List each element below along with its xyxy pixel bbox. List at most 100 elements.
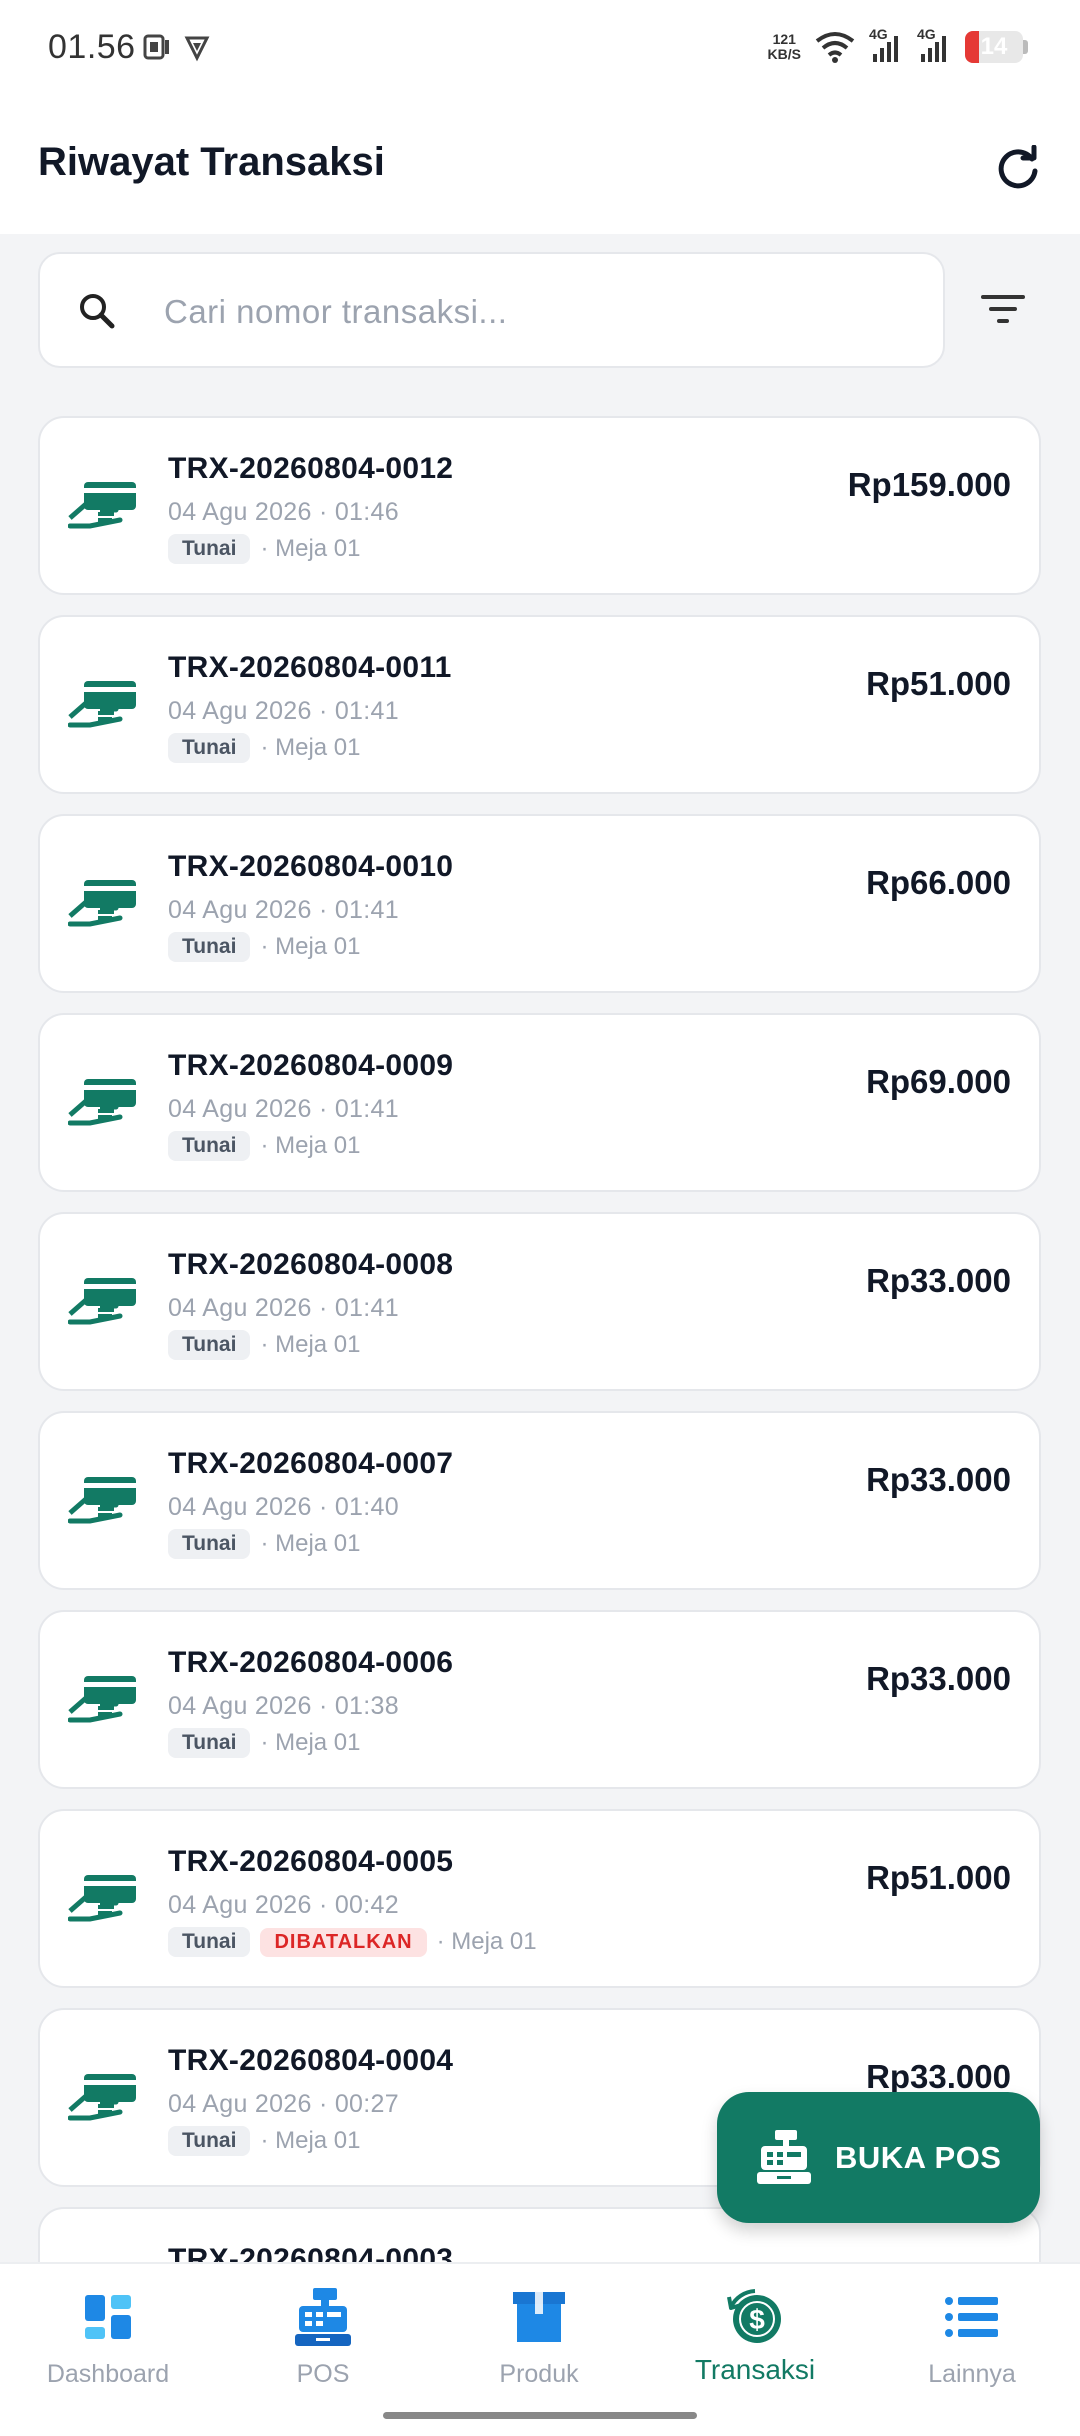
cash-payment-icon <box>68 1278 136 1325</box>
payment-method-badge: Tunai <box>168 1529 251 1559</box>
transaction-date: 04 Agu 2026 · 00:27 <box>168 2090 399 2118</box>
transaction-date: 04 Agu 2026 · 01:40 <box>168 1493 399 1521</box>
transaction-amount: Rp51.000 <box>866 1859 1011 1896</box>
table-label: · Meja 01 <box>260 1530 361 1557</box>
payment-method-badge: Tunai <box>168 932 251 962</box>
money-history-icon: $ <box>727 2289 781 2343</box>
table-label: · Meja 01 <box>260 2127 361 2154</box>
transaction-card[interactable]: TRX-20260804-0010 04 Agu 2026 · 01:41 Tu… <box>38 814 1041 993</box>
payment-method-badge: Tunai <box>168 1330 251 1360</box>
transaction-card[interactable]: TRX-20260804-0009 04 Agu 2026 · 01:41 Tu… <box>38 1013 1041 1192</box>
transaction-meta: Tunai · Meja 01 <box>168 733 361 763</box>
cell-signal-1: 4G <box>869 26 903 64</box>
payment-method-badge: Tunai <box>168 2126 251 2156</box>
cash-payment-icon <box>68 1676 136 1723</box>
page-title: Riwayat Transaksi <box>38 140 385 184</box>
transaction-date: 04 Agu 2026 · 01:41 <box>168 697 399 725</box>
filter-icon <box>981 295 1025 323</box>
vpn-shield-icon <box>184 36 210 62</box>
transaction-amount: Rp66.000 <box>866 864 1011 901</box>
transaction-date: 04 Agu 2026 · 01:46 <box>168 498 399 526</box>
transaction-date: 04 Agu 2026 · 01:38 <box>168 1692 399 1720</box>
payment-method-badge: Tunai <box>168 1728 251 1758</box>
transaction-id: TRX-20260804-0009 <box>168 1049 454 1082</box>
transaction-date: 04 Agu 2026 · 01:41 <box>168 1095 399 1123</box>
wifi-icon <box>815 32 855 63</box>
nav-pos[interactable]: POS <box>223 2284 423 2389</box>
transaction-meta: Tunai · Meja 01 <box>168 1131 361 1161</box>
nav-more[interactable]: Lainnya <box>872 2284 1072 2389</box>
payment-method-badge: Tunai <box>168 1927 251 1957</box>
table-label: · Meja 01 <box>260 535 361 562</box>
open-pos-label: BUKA POS <box>835 2139 1002 2175</box>
signal-icon <box>873 36 898 62</box>
status-time: 01.56 <box>48 28 136 66</box>
transaction-amount: Rp33.000 <box>866 1660 1011 1697</box>
transaction-id: TRX-20260804-0005 <box>168 1845 454 1878</box>
status-badge: DIBATALKAN <box>260 1927 427 1957</box>
transaction-date: 04 Agu 2026 · 00:42 <box>168 1891 399 1919</box>
transaction-card[interactable]: TRX-20260804-0008 04 Agu 2026 · 01:41 Tu… <box>38 1212 1041 1391</box>
transaction-meta: Tunai · Meja 01 <box>168 1728 361 1758</box>
transaction-amount: Rp33.000 <box>866 2058 1011 2095</box>
nav-transactions[interactable]: $ Transaksi <box>655 2284 855 2386</box>
transaction-id: TRX-20260804-0011 <box>168 651 452 684</box>
bottom-navigation: Dashboard POS Produk $ Transaksi Lainnya <box>0 2262 1080 2436</box>
transaction-card[interactable]: TRX-20260804-0011 04 Agu 2026 · 01:41 Tu… <box>38 615 1041 794</box>
search-box <box>38 252 945 368</box>
battery-icon: 14 <box>965 31 1028 63</box>
table-label: · Meja 01 <box>260 1132 361 1159</box>
transaction-id: TRX-20260804-0008 <box>168 1248 454 1281</box>
nav-dashboard[interactable]: Dashboard <box>8 2284 208 2389</box>
transaction-card[interactable]: TRX-20260804-0007 04 Agu 2026 · 01:40 Tu… <box>38 1411 1041 1590</box>
status-bar: 01.56 121 KB/S 4G 4G 14 <box>0 0 1080 100</box>
transaction-id: TRX-20260804-0007 <box>168 1447 454 1480</box>
transaction-meta: Tunai · Meja 01 <box>168 932 361 962</box>
list-icon <box>945 2297 998 2337</box>
transaction-meta: Tunai DIBATALKAN · Meja 01 <box>168 1927 537 1957</box>
table-label: · Meja 01 <box>260 933 361 960</box>
cash-payment-icon <box>68 482 136 529</box>
sim-icon <box>143 34 169 60</box>
table-label: · Meja 01 <box>260 1729 361 1756</box>
svg-text:$: $ <box>749 2304 765 2335</box>
filter-button[interactable] <box>972 278 1034 340</box>
box-icon <box>513 2292 565 2342</box>
transaction-meta: Tunai · Meja 01 <box>168 1529 361 1559</box>
cash-payment-icon <box>68 2074 136 2121</box>
transaction-id: TRX-20260804-0006 <box>168 1646 454 1679</box>
transaction-amount: Rp69.000 <box>866 1063 1011 1100</box>
transaction-date: 04 Agu 2026 · 01:41 <box>168 1294 399 1322</box>
app-header: Riwayat Transaksi <box>0 100 1080 234</box>
transaction-card[interactable]: TRX-20260804-0006 04 Agu 2026 · 01:38 Tu… <box>38 1610 1041 1789</box>
cash-payment-icon <box>68 1875 136 1922</box>
transaction-id: TRX-20260804-0004 <box>168 2044 454 2077</box>
payment-method-badge: Tunai <box>168 534 251 564</box>
refresh-icon <box>998 145 1038 189</box>
transaction-amount: Rp51.000 <box>866 665 1011 702</box>
dashboard-icon <box>85 2295 131 2339</box>
cash-register-icon <box>295 2288 351 2346</box>
nav-products[interactable]: Produk <box>439 2284 639 2389</box>
transaction-meta: Tunai · Meja 01 <box>168 534 361 564</box>
cash-payment-icon <box>68 880 136 927</box>
cash-payment-icon <box>68 1079 136 1126</box>
transaction-card[interactable]: TRX-20260804-0005 04 Agu 2026 · 00:42 Tu… <box>38 1809 1041 1988</box>
signal-icon <box>921 36 946 62</box>
refresh-button[interactable] <box>988 138 1048 198</box>
transaction-id: TRX-20260804-0010 <box>168 850 454 883</box>
table-label: · Meja 01 <box>436 1928 537 1955</box>
transaction-amount: Rp159.000 <box>847 466 1011 503</box>
network-speed: 121 KB/S <box>767 31 801 62</box>
payment-method-badge: Tunai <box>168 1131 251 1161</box>
transaction-date: 04 Agu 2026 · 01:41 <box>168 896 399 924</box>
transaction-meta: Tunai · Meja 01 <box>168 2126 361 2156</box>
transaction-amount: Rp33.000 <box>866 1461 1011 1498</box>
transaction-id: TRX-20260804-0012 <box>168 452 454 485</box>
home-indicator[interactable] <box>383 2412 697 2419</box>
search-icon <box>80 294 115 329</box>
transaction-card[interactable]: TRX-20260804-0012 04 Agu 2026 · 01:46 Tu… <box>38 416 1041 595</box>
cash-register-icon <box>757 2129 811 2184</box>
open-pos-button[interactable]: BUKA POS <box>717 2092 1040 2223</box>
search-input[interactable] <box>164 284 904 340</box>
